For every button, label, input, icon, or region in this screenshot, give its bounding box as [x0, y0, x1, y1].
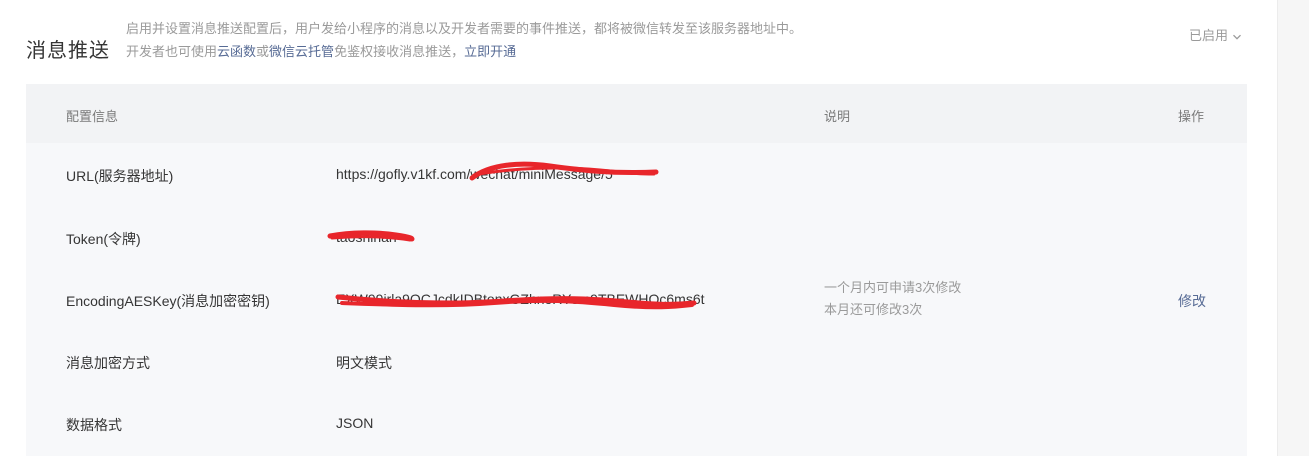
- row-value-token: taoshihan: [336, 229, 397, 245]
- table-row-format: 数据格式 JSON: [26, 391, 1247, 453]
- cloud-function-link[interactable]: 云函数: [217, 44, 256, 59]
- row-note-aeskey-2: 本月还可修改3次: [824, 302, 923, 317]
- row-label-encryption: 消息加密方式: [66, 355, 150, 371]
- table-row-encryption: 消息加密方式 明文模式: [26, 329, 1247, 391]
- row-value-format: JSON: [336, 415, 374, 431]
- description-prefix: 开发者也可使用: [126, 44, 218, 59]
- chevron-down-icon: [1232, 30, 1242, 40]
- row-label-aeskey: EncodingAESKey(消息加密密钥): [66, 293, 270, 309]
- row-value-encryption: 明文模式: [336, 355, 392, 371]
- row-note-aeskey-1: 一个月内可申请3次修改: [824, 280, 962, 295]
- row-value-aeskey: EXW99irla9OCJcdkIDBtonxGZhnoRYsm9TBEWHQc…: [336, 291, 705, 307]
- description-line-2: 开发者也可使用云函数或微信云托管免鉴权接收消息推送，立即开通: [126, 41, 516, 60]
- status-label: 已启用: [1189, 28, 1229, 43]
- header-action: 操作: [1178, 109, 1205, 124]
- header-note: 说明: [824, 109, 851, 124]
- section-title: 消息推送: [26, 40, 110, 62]
- table-header: 配置信息 说明 操作: [26, 84, 1247, 143]
- row-label-url: URL(服务器地址): [66, 168, 174, 184]
- row-label-token: Token(令牌): [66, 231, 141, 247]
- row-value-url: https://gofly.v1kf.com/wechat/miniMessag…: [336, 166, 613, 182]
- enable-now-link[interactable]: 立即开通: [464, 44, 516, 59]
- status-dropdown[interactable]: 已启用: [1189, 25, 1242, 44]
- table-row-aeskey: EncodingAESKey(消息加密密钥) EXW99irla9OCJcdkI…: [26, 267, 1247, 329]
- description-or: 或: [256, 44, 270, 59]
- table-row-token: Token(令牌) taoshihan: [26, 205, 1247, 267]
- description-suffix: 免鉴权接收消息推送，: [334, 44, 465, 59]
- description-line-1: 启用并设置消息推送配置后，用户发给小程序的消息以及开发者需要的事件推送，都将被微…: [126, 21, 803, 36]
- cloud-hosting-link[interactable]: 微信云托管: [269, 44, 334, 59]
- config-table: 配置信息 说明 操作 URL(服务器地址) https://gofly.v1kf…: [26, 84, 1247, 456]
- table-row-url: URL(服务器地址) https://gofly.v1kf.com/wechat…: [26, 143, 1247, 205]
- modify-aeskey-button[interactable]: 修改: [1178, 291, 1206, 311]
- header-config: 配置信息: [66, 109, 119, 124]
- right-scroll-gutter: [1277, 0, 1309, 456]
- row-label-format: 数据格式: [66, 417, 122, 433]
